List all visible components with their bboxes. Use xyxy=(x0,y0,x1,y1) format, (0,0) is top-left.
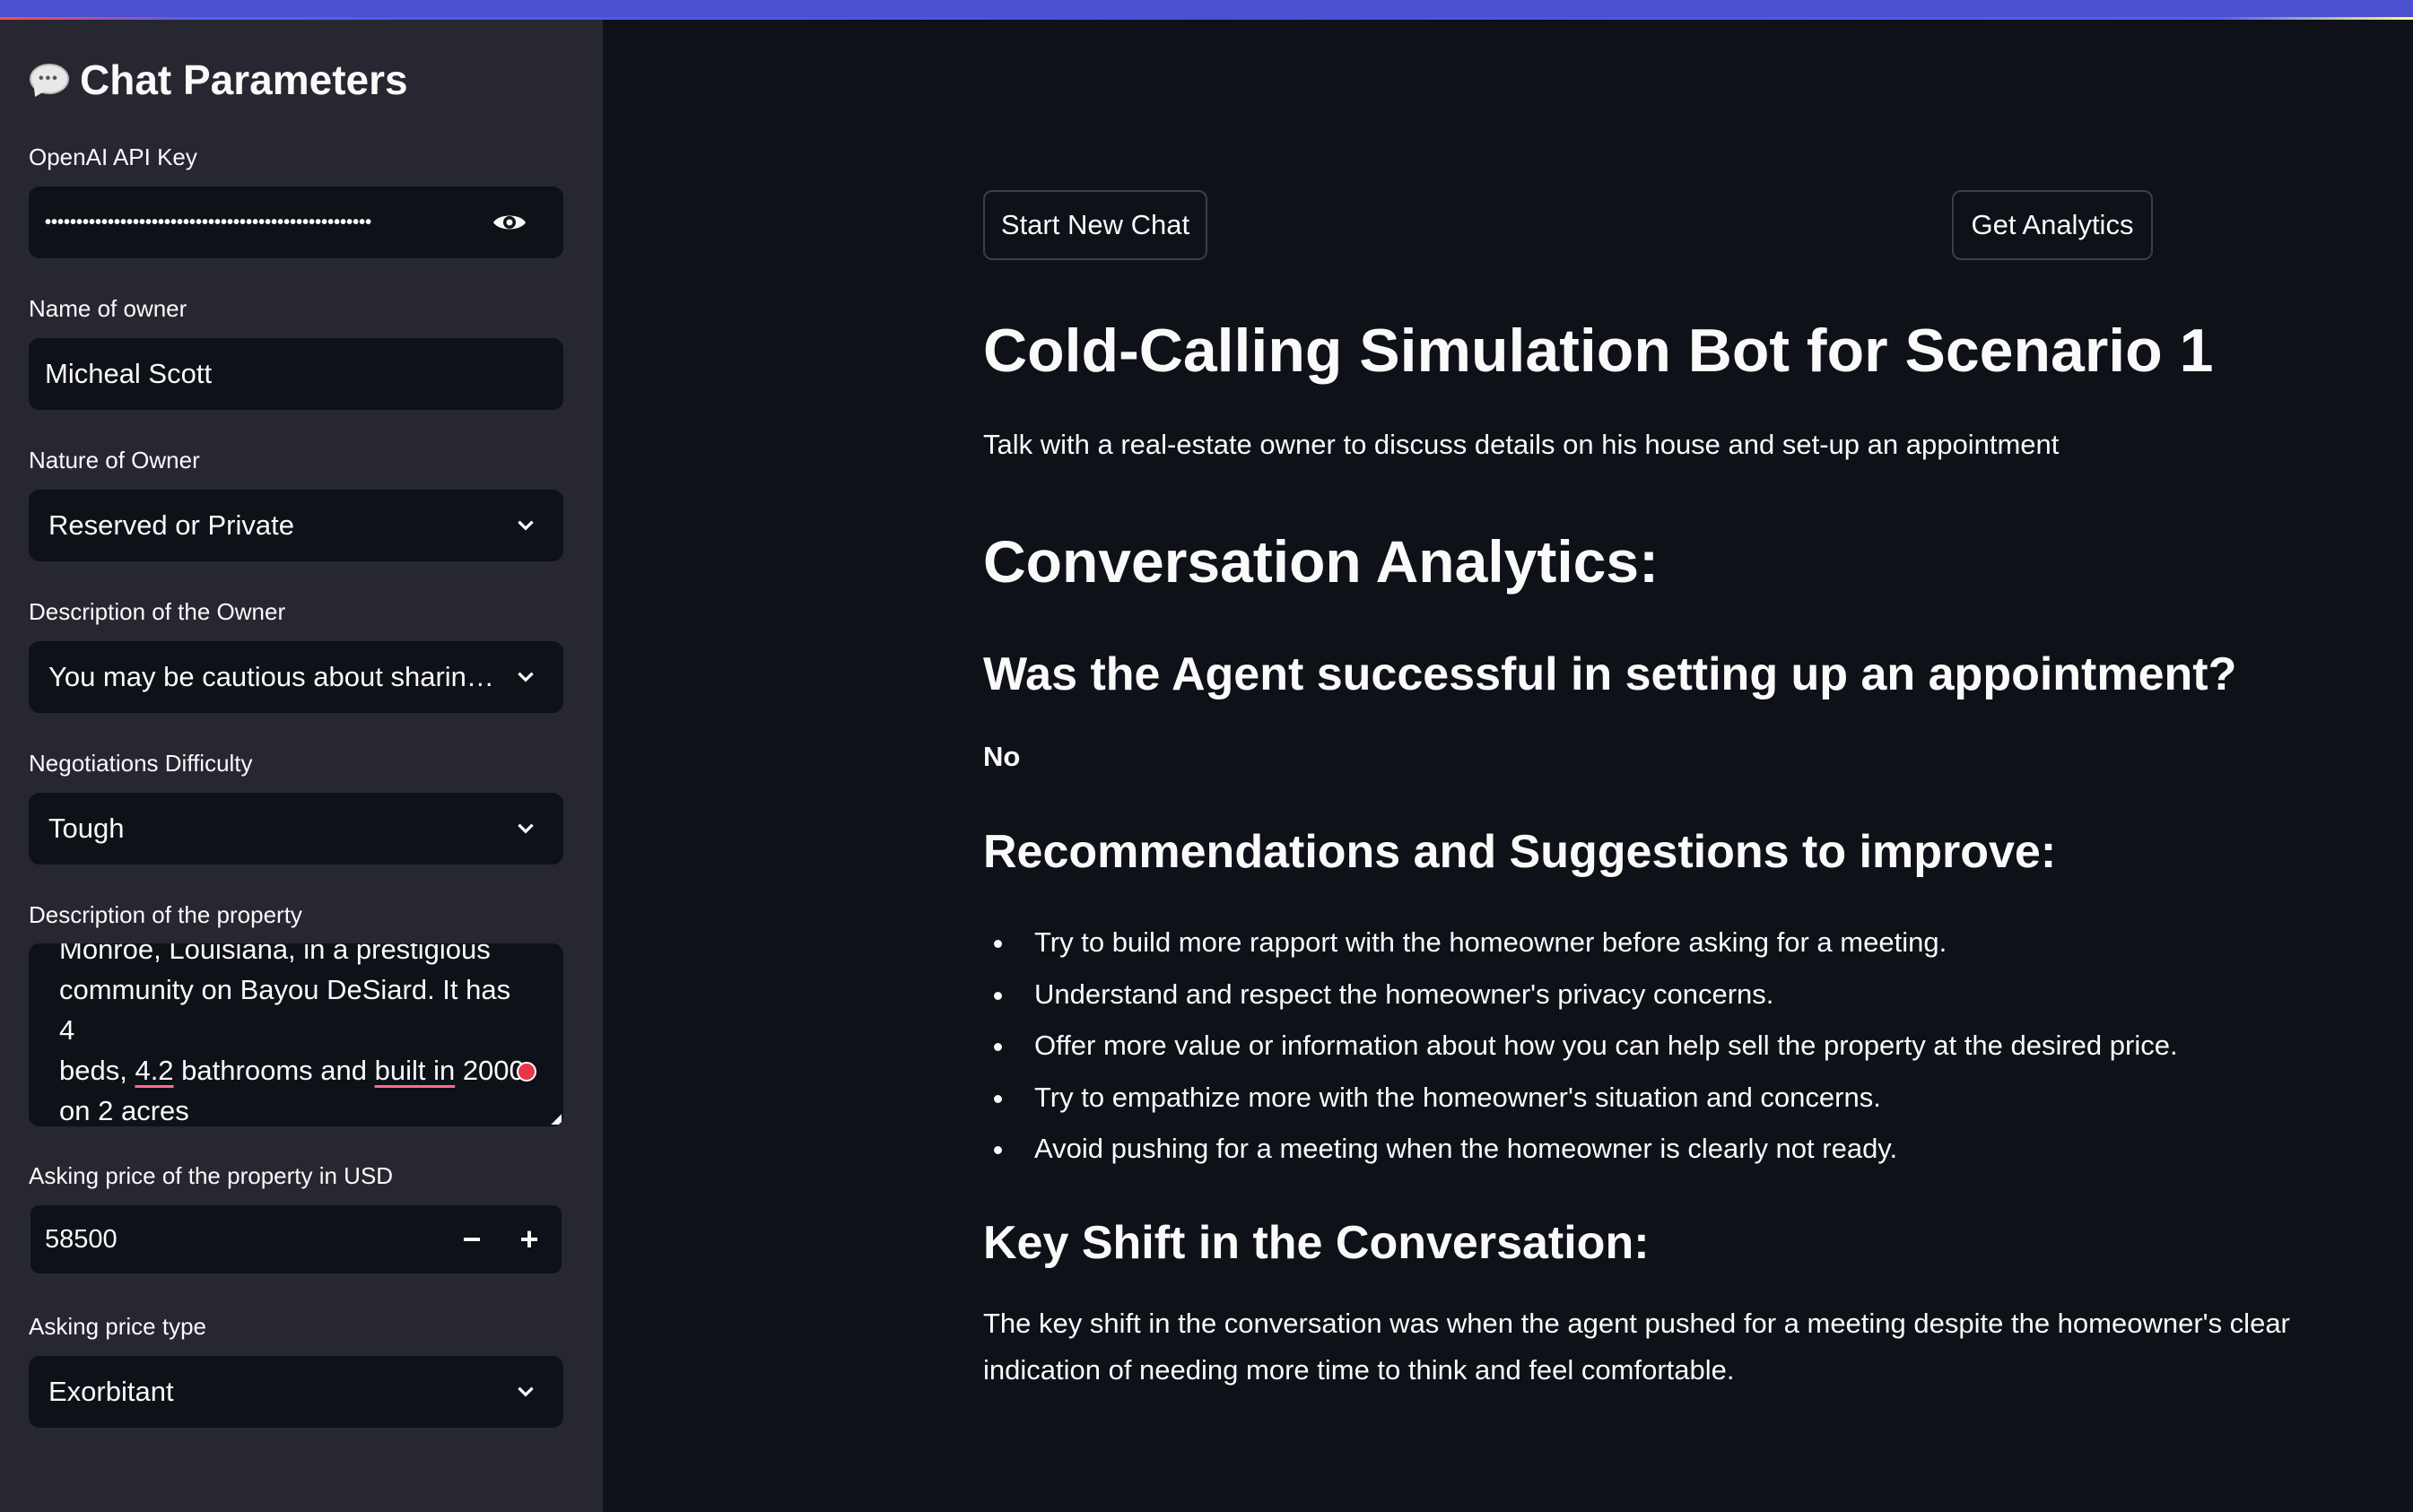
recommendations-heading: Recommendations and Suggestions to impro… xyxy=(983,826,2057,878)
get-analytics-button[interactable]: Get Analytics xyxy=(1952,190,2153,260)
property-textarea[interactable]: Monroe, Louisiana, in a prestigious comm… xyxy=(29,943,563,1126)
grammarly-indicator-icon[interactable] xyxy=(517,1062,536,1082)
price-number-input[interactable]: 58500 − + xyxy=(30,1205,562,1273)
page-subtitle: Talk with a real-estate owner to discuss… xyxy=(983,429,2060,460)
price-label: Asking price of the property in USD xyxy=(29,1162,394,1189)
difficulty-label: Negotiations Difficulty xyxy=(29,750,253,777)
decrement-button[interactable]: − xyxy=(443,1205,501,1273)
list-item: Offer more value or information about ho… xyxy=(983,1020,2178,1072)
chevron-down-icon xyxy=(499,641,553,713)
app-header-decoration xyxy=(0,0,2413,20)
start-new-chat-button[interactable]: Start New Chat xyxy=(983,190,1207,260)
price-type-label: Asking price type xyxy=(29,1313,206,1340)
description-value: You may be cautious about sharin… xyxy=(48,661,494,692)
api-key-input[interactable]: ••••••••••••••••••••••••••••••••••••••••… xyxy=(29,187,563,258)
sidebar-title-text: Chat Parameters xyxy=(80,56,408,103)
difficulty-select[interactable]: Tough xyxy=(29,793,563,865)
description-select[interactable]: You may be cautious about sharin… xyxy=(29,641,563,713)
key-shift-text-line2: indication of needing more time to think… xyxy=(983,1354,1735,1386)
owner-name-label: Name of owner xyxy=(29,295,187,322)
description-label: Description of the Owner xyxy=(29,598,286,625)
increment-button[interactable]: + xyxy=(501,1205,558,1273)
recommendations-list: Try to build more rapport with the homeo… xyxy=(983,917,2178,1175)
price-type-select[interactable]: Exorbitant xyxy=(29,1356,563,1428)
success-answer: No xyxy=(983,741,1021,772)
nature-select[interactable]: Reserved or Private xyxy=(29,490,563,561)
price-type-value: Exorbitant xyxy=(48,1376,174,1407)
chevron-down-icon xyxy=(499,490,553,561)
show-password-eye-icon[interactable] xyxy=(474,187,545,258)
price-value: 58500 xyxy=(45,1224,118,1254)
api-key-masked-value: ••••••••••••••••••••••••••••••••••••••••… xyxy=(45,212,372,232)
api-key-label: OpenAI API Key xyxy=(29,143,197,170)
chevron-down-icon xyxy=(499,793,553,865)
page-title: Cold-Calling Simulation Bot for Scenario… xyxy=(983,317,2214,385)
difficulty-value: Tough xyxy=(48,812,125,844)
analytics-heading: Conversation Analytics: xyxy=(983,528,1659,595)
owner-name-value: Micheal Scott xyxy=(45,358,213,389)
list-item: Try to build more rapport with the homeo… xyxy=(983,917,2178,969)
success-question: Was the Agent successful in setting up a… xyxy=(983,648,2237,700)
property-text: Monroe, Louisiana, in a prestigious comm… xyxy=(59,943,525,1126)
chevron-down-icon xyxy=(499,1356,553,1428)
sidebar: ••• Chat Parameters OpenAI API Key •••••… xyxy=(0,20,603,1512)
speech-bubble-icon: ••• xyxy=(28,62,71,100)
list-item: Understand and respect the homeowner's p… xyxy=(983,969,2178,1021)
list-item: Avoid pushing for a meeting when the hom… xyxy=(983,1123,2178,1175)
resize-handle-icon[interactable] xyxy=(551,1114,562,1125)
owner-name-input[interactable]: Micheal Scott xyxy=(29,338,563,410)
key-shift-heading: Key Shift in the Conversation: xyxy=(983,1217,1650,1269)
key-shift-text-line1: The key shift in the conversation was wh… xyxy=(983,1308,2290,1339)
property-label: Description of the property xyxy=(29,901,302,928)
nature-value: Reserved or Private xyxy=(48,509,294,541)
sidebar-title: ••• Chat Parameters xyxy=(28,56,408,104)
nature-label: Nature of Owner xyxy=(29,447,200,474)
list-item: Try to empathize more with the homeowner… xyxy=(983,1072,2178,1124)
